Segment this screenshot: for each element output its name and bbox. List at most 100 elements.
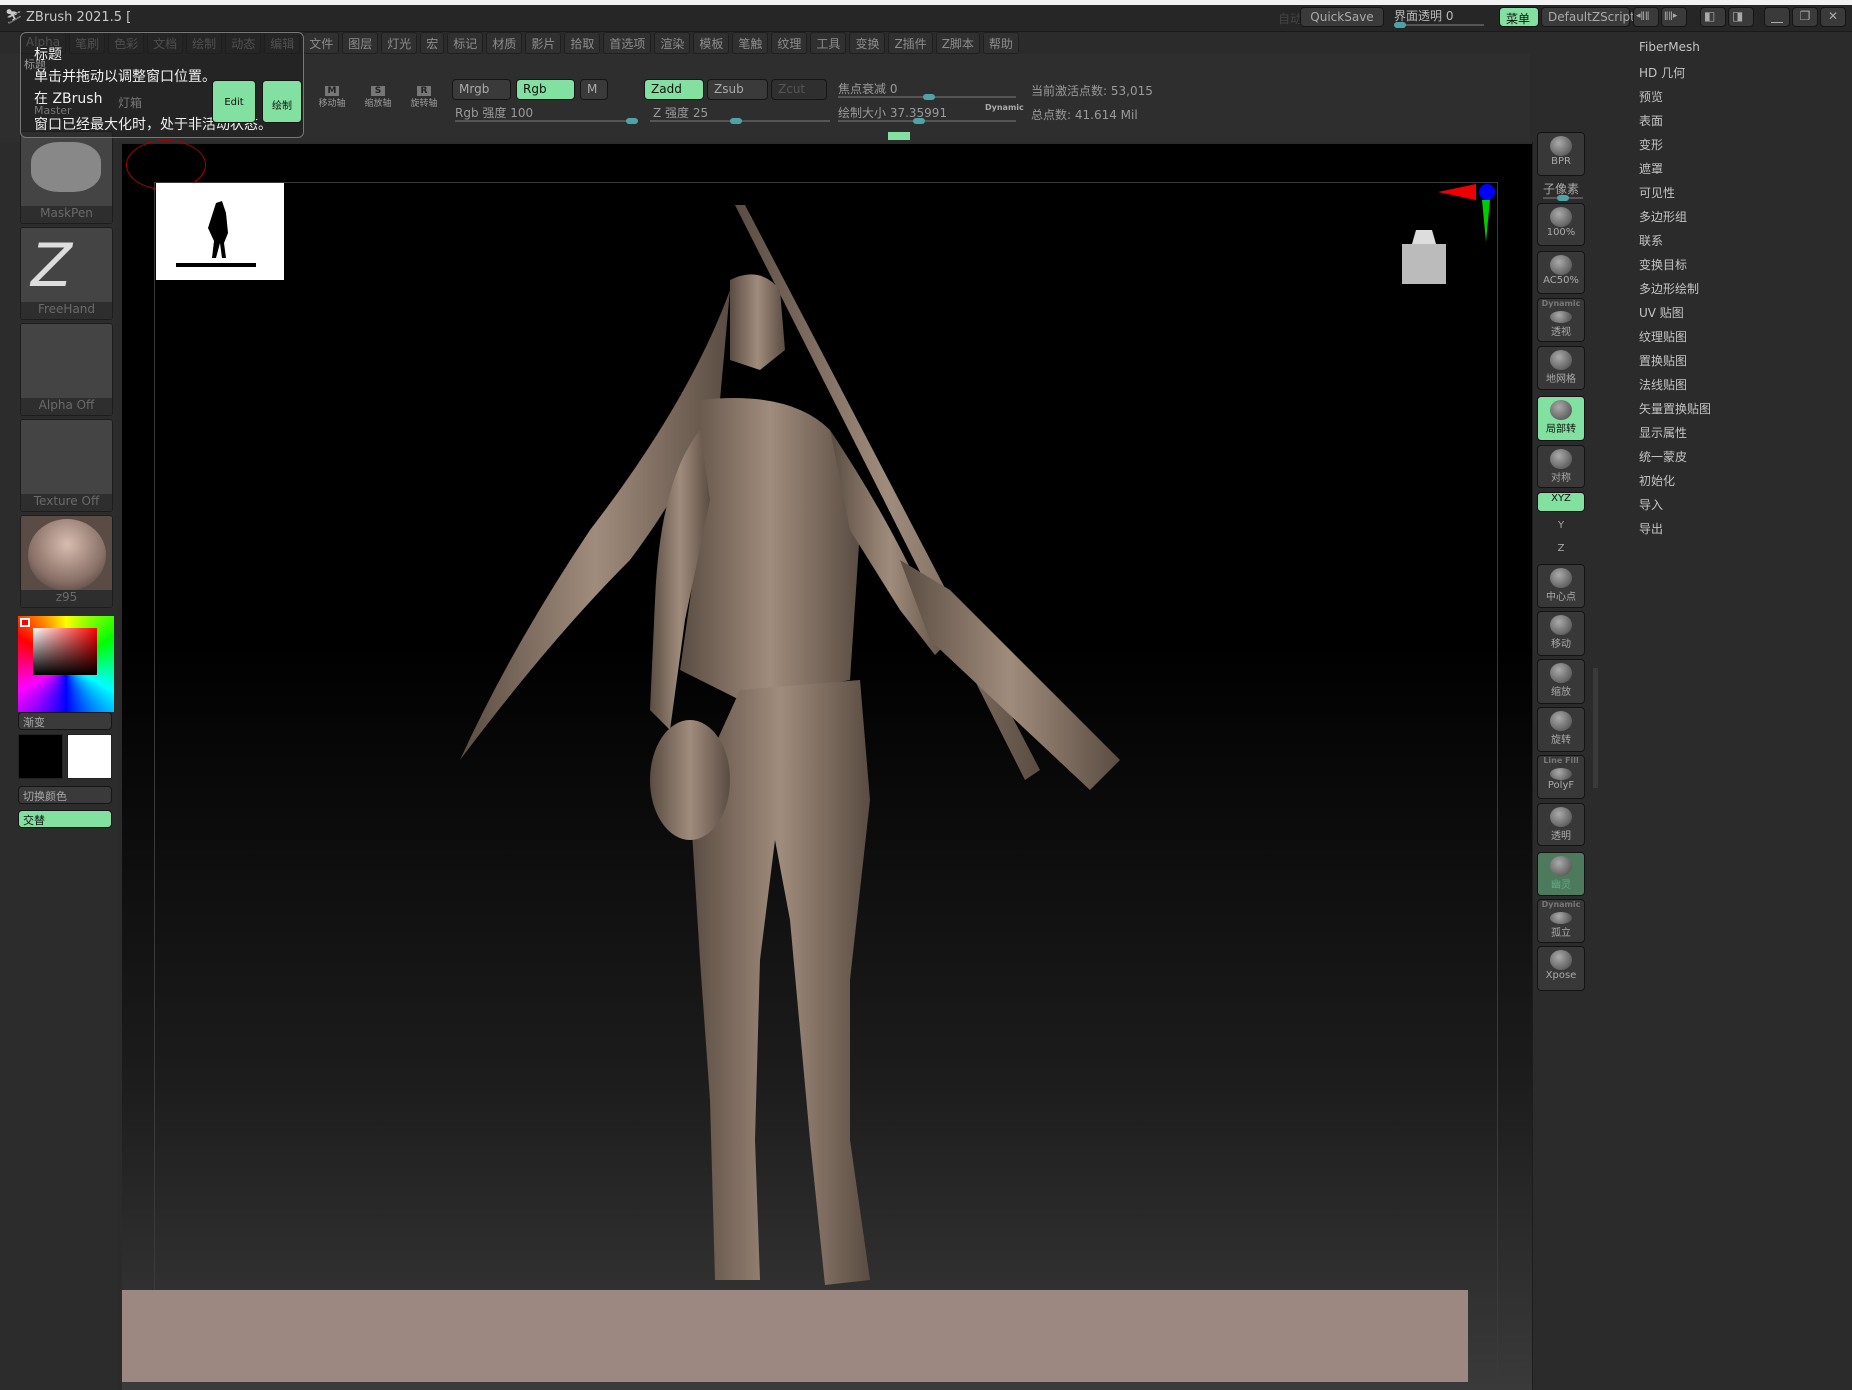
tool-menu-item[interactable]: 显示属性 [1639, 424, 1687, 441]
draw-size-slider[interactable] [838, 118, 1016, 124]
rgb-intensity-slider[interactable] [455, 118, 638, 124]
shelf-scroll-handle[interactable] [888, 132, 910, 140]
draw-button[interactable]: 绘制 [262, 80, 302, 123]
tool-menu-item[interactable]: 初始化 [1639, 472, 1675, 489]
tool-12-button[interactable]: 缩放 [1537, 659, 1585, 704]
menu-23[interactable]: Z脚本 [935, 32, 980, 54]
rgb-button[interactable]: Rgb [516, 79, 575, 100]
menu-21[interactable]: 变换 [849, 32, 886, 54]
menu-17[interactable]: 模板 [693, 32, 730, 54]
color-picker[interactable] [18, 616, 114, 712]
shrink-tray-right-icon[interactable]: ǁǁ▸ [1661, 7, 1687, 27]
tool-7-button[interactable]: XYZ [1537, 492, 1585, 512]
material-tile[interactable]: z95 [20, 515, 113, 608]
slider-knob[interactable] [913, 118, 925, 124]
slider-knob[interactable] [626, 118, 638, 124]
menu-18[interactable]: 笔触 [732, 32, 769, 54]
tool-0-button[interactable]: BPR [1537, 132, 1585, 176]
subpixel-slider[interactable] [1543, 195, 1583, 201]
shrink-tray-left-icon[interactable]: ◂ǁǁ [1633, 7, 1659, 27]
menu-24[interactable]: 帮助 [982, 32, 1019, 54]
tool-10-button[interactable]: 中心点 [1537, 564, 1585, 608]
color-saturation-square[interactable] [33, 628, 97, 675]
view-cube-icon[interactable] [1394, 222, 1454, 292]
tool-menu-item[interactable]: 预览 [1639, 88, 1663, 105]
tool-8-button[interactable]: Y [1537, 520, 1585, 536]
slider-knob[interactable] [730, 118, 742, 124]
tool-6-button[interactable]: 对称 [1537, 445, 1585, 488]
close-icon[interactable]: ✕ [1820, 7, 1846, 27]
minimize-icon[interactable]: ⎽ [1764, 7, 1790, 27]
default-zscript-button[interactable]: DefaultZScript [1541, 7, 1635, 27]
tool-menu-item[interactable]: 导出 [1639, 520, 1663, 537]
texture-tile[interactable]: Texture Off [20, 419, 113, 512]
dynamic-toggle[interactable]: Dynamic [985, 103, 1024, 112]
tool-menu-item[interactable]: 纹理贴图 [1639, 328, 1687, 345]
tool-17-button[interactable]: Dynamic 孤立 [1537, 899, 1585, 943]
tool-menu-item[interactable]: 可见性 [1639, 184, 1675, 201]
menu-13[interactable]: 影片 [525, 32, 562, 54]
z-intensity-slider[interactable] [650, 118, 830, 124]
zadd-button[interactable]: Zadd [644, 79, 704, 100]
slider-knob[interactable] [923, 94, 935, 100]
tool-menu-item[interactable]: FiberMesh [1639, 40, 1700, 54]
tool-menu-item[interactable]: 统一蒙皮 [1639, 448, 1687, 465]
zsub-button[interactable]: Zsub [707, 79, 768, 100]
right-tray-scrollbar[interactable] [1593, 668, 1598, 788]
tool-2-button[interactable]: AC50% [1537, 251, 1585, 294]
stroke-tile[interactable]: Z FreeHand [20, 227, 113, 320]
menu-8[interactable]: 图层 [342, 32, 379, 54]
menu-9[interactable]: 灯光 [381, 32, 418, 54]
tool-menu-item[interactable]: UV 贴图 [1639, 304, 1684, 321]
tool-5-button[interactable]: 局部转 [1537, 396, 1585, 441]
menu-11[interactable]: 标记 [447, 32, 484, 54]
layout-right-icon[interactable]: ◨ [1728, 7, 1754, 27]
tool-9-button[interactable]: Z [1537, 543, 1585, 559]
slider-knob[interactable] [1557, 195, 1569, 201]
layout-left-icon[interactable]: ◧ [1700, 7, 1726, 27]
tool-18-button[interactable]: Xpose [1537, 946, 1585, 991]
menus-button[interactable]: 菜单 [1499, 7, 1539, 27]
menu-7[interactable]: 文件 [303, 32, 340, 54]
tool-menu-item[interactable]: 变换目标 [1639, 256, 1687, 273]
m-button[interactable]: M [580, 79, 608, 100]
menu-16[interactable]: 渲染 [654, 32, 691, 54]
tool-menu-item[interactable]: 矢量置换贴图 [1639, 400, 1711, 417]
tool-11-button[interactable]: 移动 [1537, 611, 1585, 656]
tool-menu-item[interactable]: 导入 [1639, 496, 1663, 513]
alternate-button[interactable]: 交替 [18, 810, 112, 828]
tool-menu-item[interactable]: 变形 [1639, 136, 1663, 153]
menu-19[interactable]: 纹理 [771, 32, 808, 54]
tool-menu-item[interactable]: 遮罩 [1639, 160, 1663, 177]
tool-15-button[interactable]: 透明 [1537, 803, 1585, 846]
secondary-color-box[interactable] [67, 734, 112, 779]
sculpted-model[interactable] [430, 200, 1130, 1300]
main-color-box[interactable] [18, 734, 63, 779]
switch-color-button[interactable]: 切换颜色 [18, 786, 112, 804]
rotate-button[interactable]: R 旋转轴 [406, 86, 442, 109]
gradient-button[interactable]: 渐变 [18, 712, 112, 730]
quicksave-button[interactable]: QuickSave [1300, 7, 1384, 27]
tool-menu-item[interactable]: 多边形绘制 [1639, 280, 1699, 297]
menu-22[interactable]: Z插件 [888, 32, 933, 54]
tool-3-button[interactable]: Dynamic 透视 [1537, 298, 1585, 342]
menu-12[interactable]: 材质 [486, 32, 523, 54]
navigator-thumbnail[interactable] [156, 183, 284, 280]
menu-15[interactable]: 首选项 [603, 32, 652, 54]
tool-menu-item[interactable]: 联系 [1639, 232, 1663, 249]
tool-menu-item[interactable]: 表面 [1639, 112, 1663, 129]
brush-tile[interactable]: MaskPen [20, 131, 113, 224]
move-button[interactable]: M 移动轴 [314, 86, 350, 109]
tool-menu-item[interactable]: 法线贴图 [1639, 376, 1687, 393]
menu-20[interactable]: 工具 [810, 32, 847, 54]
edit-button[interactable]: Edit [212, 80, 256, 123]
tool-menu-item[interactable]: 置换贴图 [1639, 352, 1687, 369]
mrgb-button[interactable]: Mrgb [452, 79, 511, 100]
focal-shift-slider[interactable] [838, 94, 1016, 100]
tool-4-button[interactable]: 地网格 [1537, 346, 1585, 390]
tool-1-button[interactable]: 100% [1537, 203, 1585, 246]
alpha-tile[interactable]: Alpha Off [20, 323, 113, 416]
restore-icon[interactable]: ❐ [1792, 7, 1818, 27]
tool-menu-item[interactable]: 多边形组 [1639, 208, 1687, 225]
tool-menu-item[interactable]: HD 几何 [1639, 64, 1685, 81]
